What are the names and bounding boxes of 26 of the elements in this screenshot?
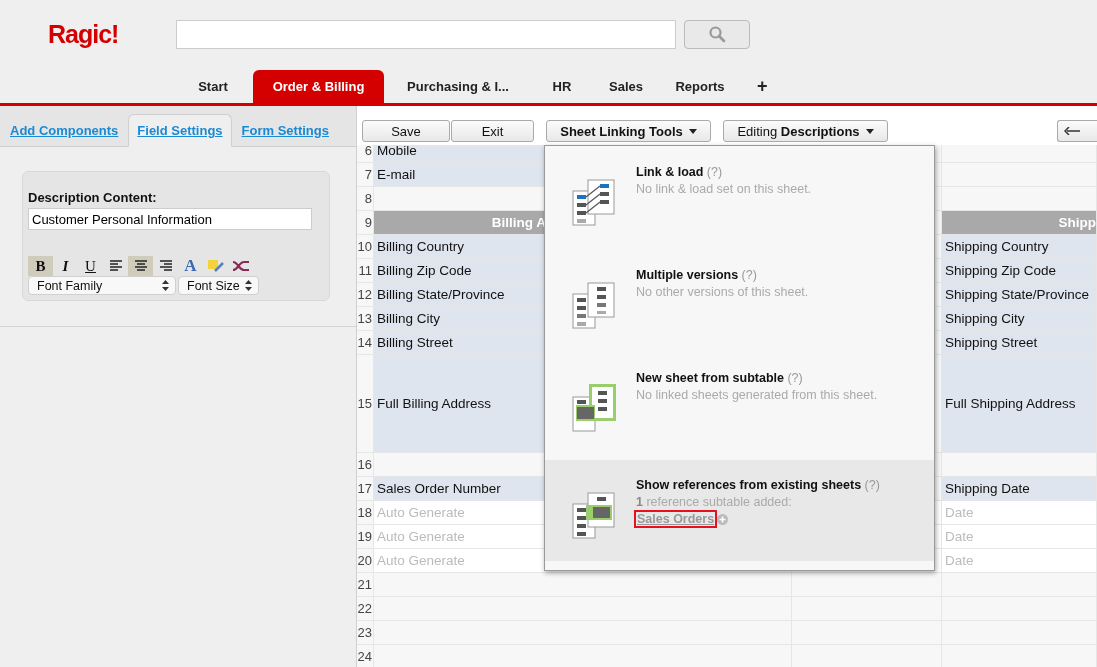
row-number: 14 bbox=[357, 331, 374, 355]
menu-item-description: No linked sheets generated from this sheet. bbox=[636, 388, 878, 402]
row-number: 9 bbox=[357, 211, 374, 235]
row-number: 16 bbox=[357, 453, 374, 477]
row-number: 23 bbox=[357, 621, 374, 645]
row-number: 15 bbox=[357, 355, 374, 453]
row-number: 13 bbox=[357, 307, 374, 331]
row-number: 18 bbox=[357, 501, 374, 525]
row-number: 19 bbox=[357, 525, 374, 549]
row-number: 17 bbox=[357, 477, 374, 501]
logo: Ragic! bbox=[48, 19, 120, 49]
row-number: 10 bbox=[357, 235, 374, 259]
row-number: 12 bbox=[357, 283, 374, 307]
field-label: Description Content: bbox=[28, 190, 158, 205]
row-number: 20 bbox=[357, 549, 374, 573]
row-number: 7 bbox=[357, 163, 374, 187]
row-number: 24 bbox=[357, 645, 374, 667]
row-number: 11 bbox=[357, 259, 374, 283]
row-number: 22 bbox=[357, 597, 374, 621]
section-header: Shipp bbox=[942, 211, 1097, 235]
menu-item-description: 1 reference subtable added: bbox=[636, 495, 793, 509]
row-number: 6 bbox=[357, 145, 374, 163]
menu-item-description: No other versions of this sheet. bbox=[636, 285, 809, 299]
row-number: 8 bbox=[357, 187, 374, 211]
row-number: 21 bbox=[357, 573, 374, 597]
menu-item-description: No link & load set on this sheet. bbox=[636, 182, 812, 196]
